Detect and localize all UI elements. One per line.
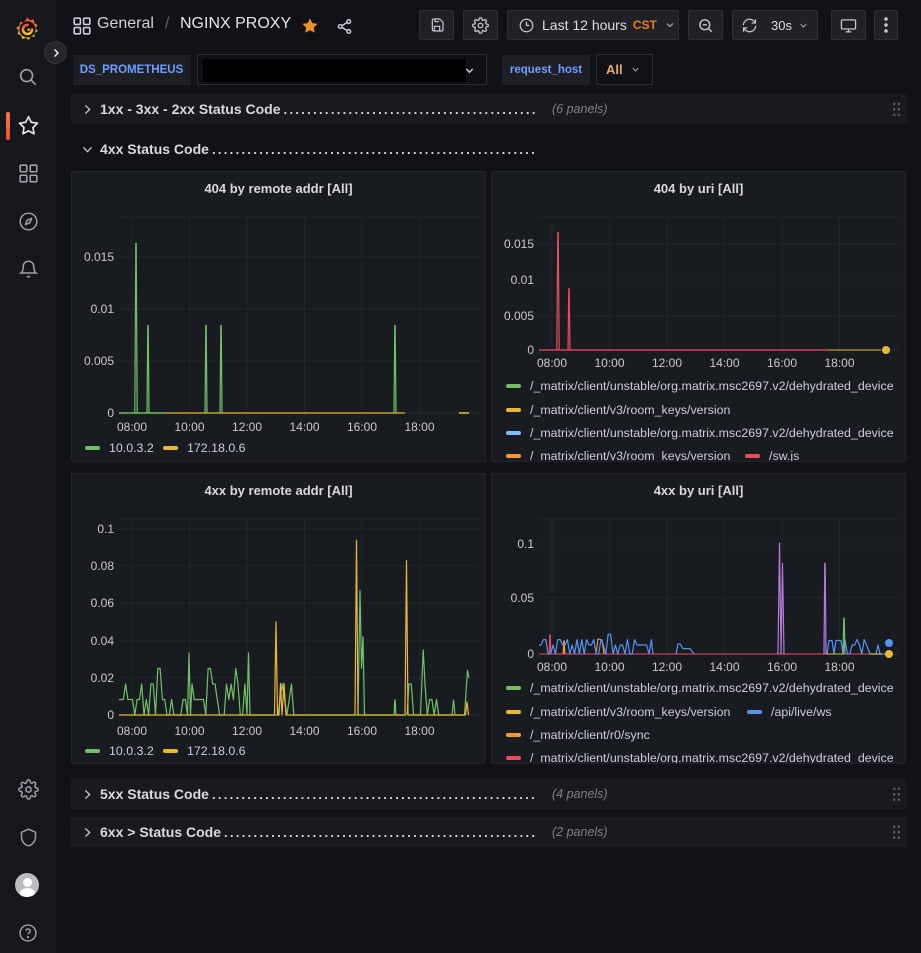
svg-text:0.015: 0.015 [84, 250, 114, 264]
svg-text:172.18.0.6: 172.18.0.6 [187, 744, 246, 758]
svg-text:/api/live/ws: /api/live/ws [771, 705, 832, 719]
svg-text:0.08: 0.08 [91, 559, 115, 573]
svg-text:08:00: 08:00 [117, 420, 147, 434]
svg-text:/_matrix/client/unstable/org.m: /_matrix/client/unstable/org.matrix.msc2… [530, 681, 894, 695]
svg-text:10:00: 10:00 [594, 356, 624, 370]
svg-text:18:00: 18:00 [824, 356, 854, 370]
svg-text:/_matrix/client/v3/room_keys/v: /_matrix/client/v3/room_keys/version [530, 403, 730, 417]
svg-text:16:00: 16:00 [347, 420, 377, 434]
svg-text:08:00: 08:00 [537, 356, 567, 370]
svg-text:0.015: 0.015 [504, 237, 534, 251]
svg-text:/_matrix/client/unstable/org.m: /_matrix/client/unstable/org.matrix.msc2… [530, 379, 894, 393]
svg-text:0.05: 0.05 [511, 591, 535, 605]
svg-text:0.04: 0.04 [91, 634, 115, 648]
svg-text:0.005: 0.005 [84, 354, 114, 368]
svg-text:16:00: 16:00 [767, 660, 797, 674]
svg-text:0.01: 0.01 [91, 302, 115, 316]
svg-text:18:00: 18:00 [824, 660, 854, 674]
svg-text:0.1: 0.1 [517, 537, 534, 551]
svg-text:16:00: 16:00 [347, 724, 377, 738]
svg-text:0.06: 0.06 [91, 596, 115, 610]
svg-text:14:00: 14:00 [709, 660, 739, 674]
svg-text:/_matrix/client/r0/sync: /_matrix/client/r0/sync [530, 728, 650, 742]
svg-text:10:00: 10:00 [174, 724, 204, 738]
svg-text:172.18.0.6: 172.18.0.6 [187, 441, 246, 455]
svg-text:/_matrix/client/v3/room_keys/v: /_matrix/client/v3/room_keys/version [530, 705, 730, 719]
svg-text:18:00: 18:00 [404, 420, 434, 434]
svg-text:0: 0 [527, 343, 534, 357]
svg-text:14:00: 14:00 [289, 420, 319, 434]
svg-text:0: 0 [107, 406, 114, 420]
svg-text:0.01: 0.01 [511, 273, 535, 287]
svg-text:12:00: 12:00 [652, 660, 682, 674]
svg-text:08:00: 08:00 [117, 724, 147, 738]
svg-text:10:00: 10:00 [594, 660, 624, 674]
svg-text:/_matrix/client/unstable/org.m: /_matrix/client/unstable/org.matrix.msc2… [530, 751, 894, 764]
svg-text:/_matrix/client/unstable/org.m: /_matrix/client/unstable/org.matrix.msc2… [530, 426, 894, 440]
svg-text:0.005: 0.005 [504, 309, 534, 323]
svg-text:0: 0 [527, 647, 534, 661]
svg-text:/sw.js: /sw.js [769, 449, 799, 462]
svg-text:0: 0 [107, 708, 114, 722]
svg-text:12:00: 12:00 [232, 724, 262, 738]
svg-text:16:00: 16:00 [767, 356, 797, 370]
svg-text:10.0.3.2: 10.0.3.2 [109, 744, 154, 758]
svg-text:10.0.3.2: 10.0.3.2 [109, 441, 154, 455]
svg-text:18:00: 18:00 [404, 724, 434, 738]
svg-text:14:00: 14:00 [709, 356, 739, 370]
svg-text:0.02: 0.02 [91, 671, 115, 685]
svg-text:12:00: 12:00 [652, 356, 682, 370]
svg-text:/_matrix/client/v3/room_keys/v: /_matrix/client/v3/room_keys/version [530, 449, 730, 462]
svg-text:08:00: 08:00 [537, 660, 567, 674]
svg-text:0.1: 0.1 [97, 522, 114, 536]
svg-text:10:00: 10:00 [174, 420, 204, 434]
svg-text:14:00: 14:00 [289, 724, 319, 738]
svg-text:12:00: 12:00 [232, 420, 262, 434]
